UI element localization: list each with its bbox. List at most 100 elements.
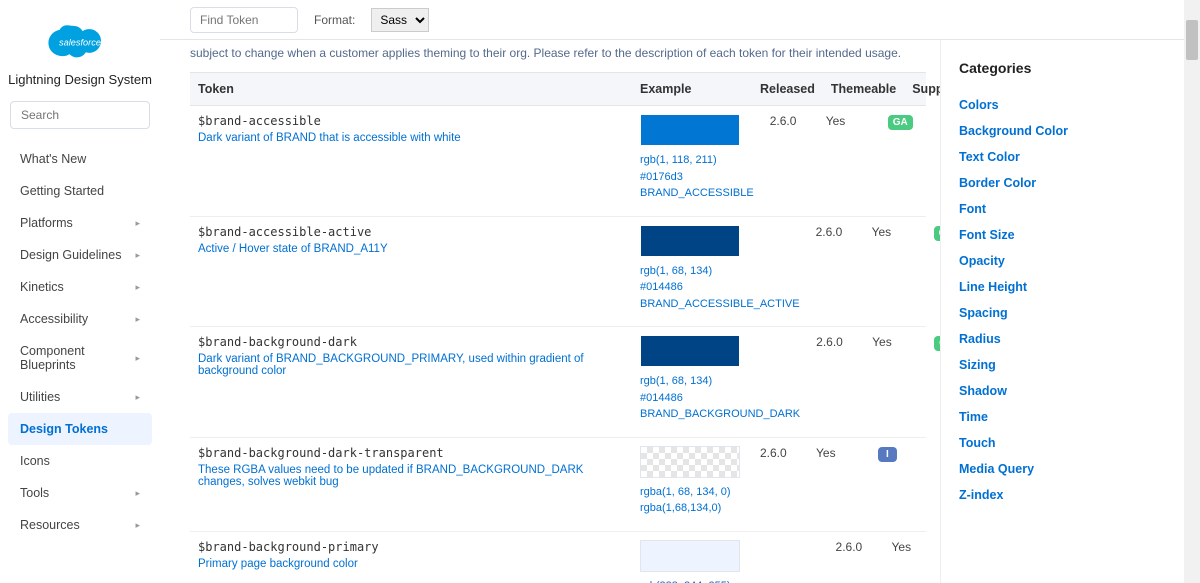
category-link-background-color[interactable]: Background Color <box>959 118 1180 144</box>
support-badge: GA <box>888 115 913 130</box>
themeable-cell: Yes <box>884 540 940 583</box>
sidebar-search[interactable] <box>10 101 150 129</box>
sidebar-item-what-s-new[interactable]: What's New <box>8 143 152 175</box>
sidebar-item-label: Icons <box>20 454 50 468</box>
chevron-right-icon: ▸ <box>135 392 140 403</box>
sidebar-item-utilities[interactable]: Utilities▸ <box>8 381 152 413</box>
main-column: Format: Sass subject to change when a cu… <box>160 0 1200 583</box>
token-meta-value: BRAND_ACCESSIBLE_ACTIVE <box>640 296 800 313</box>
token-table: Token Example Released Themeable Support… <box>190 72 926 583</box>
released-cell: 2.6.0 <box>808 225 864 313</box>
themeable-cell: Yes <box>864 225 926 313</box>
sidebar-item-resources[interactable]: Resources ▸ <box>8 509 152 541</box>
sidebar-search-input[interactable] <box>10 101 150 129</box>
support-cell: GA <box>926 335 940 423</box>
category-link-time[interactable]: Time <box>959 404 1180 430</box>
category-link-touch[interactable]: Touch <box>959 430 1180 456</box>
category-link-media-query[interactable]: Media Query <box>959 456 1180 482</box>
table-row: $brand-background-primaryPrimary page ba… <box>190 532 926 583</box>
chevron-right-icon: ▸ <box>135 353 140 364</box>
table-row: $brand-accessible-activeActive / Hover s… <box>190 217 926 328</box>
themeable-cell: Yes <box>818 114 880 202</box>
category-link-shadow[interactable]: Shadow <box>959 378 1180 404</box>
sidebar-item-label: Component Blueprints <box>20 344 135 372</box>
token-meta-value: rgb(1, 68, 134) <box>640 263 800 280</box>
sidebar-item-label: What's New <box>20 152 86 166</box>
sidebar-item-icons[interactable]: Icons <box>8 445 152 477</box>
sidebar-item-platforms[interactable]: Platforms ▸ <box>8 207 152 239</box>
col-released: Released <box>752 73 823 105</box>
brand-subtitle: Lightning Design System <box>8 72 152 87</box>
sidebar-item-label: Kinetics <box>20 280 64 294</box>
support-cell: I <box>870 446 920 517</box>
category-link-colors[interactable]: Colors <box>959 92 1180 118</box>
category-link-font[interactable]: Font <box>959 196 1180 222</box>
sidebar-item-label: Resources <box>20 518 80 532</box>
find-token-input[interactable] <box>190 7 298 33</box>
token-cell: $brand-accessibleDark variant of BRAND t… <box>190 114 632 202</box>
support-cell: GA <box>926 225 940 313</box>
category-link-spacing[interactable]: Spacing <box>959 300 1180 326</box>
released-cell: 2.6.0 <box>808 335 864 423</box>
left-sidebar: salesforce Lightning Design System What'… <box>0 0 160 583</box>
chevron-right-icon: ▸ <box>135 282 140 293</box>
token-description: These RGBA values need to be updated if … <box>198 464 624 488</box>
brand-logo[interactable]: salesforce <box>8 12 152 72</box>
format-label: Format: <box>314 13 355 27</box>
sidebar-item-component-blueprints[interactable]: Component Blueprints▸ <box>8 335 152 381</box>
color-swatch <box>640 225 740 257</box>
token-meta-value: rgb(1, 68, 134) <box>640 373 800 390</box>
sidebar-item-label: Platforms <box>20 216 73 230</box>
tokens-area: subject to change when a customer applie… <box>160 40 940 583</box>
top-bar: Format: Sass <box>160 0 1200 40</box>
color-swatch <box>640 335 740 367</box>
token-cell: $brand-accessible-activeActive / Hover s… <box>190 225 632 313</box>
token-cell: $brand-background-dark-transparentThese … <box>190 446 632 517</box>
token-meta-value: #014486 <box>640 279 800 296</box>
table-row: $brand-accessibleDark variant of BRAND t… <box>190 106 926 217</box>
category-link-radius[interactable]: Radius <box>959 326 1180 352</box>
category-link-sizing[interactable]: Sizing <box>959 352 1180 378</box>
token-name: $brand-accessible <box>198 114 624 132</box>
sidebar-item-getting-started[interactable]: Getting Started <box>8 175 152 207</box>
category-link-opacity[interactable]: Opacity <box>959 248 1180 274</box>
format-select[interactable]: Sass <box>371 8 429 32</box>
token-name: $brand-background-dark-transparent <box>198 446 624 464</box>
scrollbar-thumb[interactable] <box>1186 20 1198 60</box>
col-token: Token <box>190 73 632 105</box>
token-name: $brand-background-dark <box>198 335 624 353</box>
category-link-border-color[interactable]: Border Color <box>959 170 1180 196</box>
category-link-line-height[interactable]: Line Height <box>959 274 1180 300</box>
support-cell: GA <box>880 114 930 202</box>
token-description: Active / Hover state of BRAND_A11Y <box>198 243 624 255</box>
sidebar-item-label: Design Tokens <box>20 422 108 436</box>
chevron-right-icon: ▸ <box>135 520 140 531</box>
token-meta-value: #0176d3 <box>640 169 754 186</box>
token-description: Dark variant of BRAND that is accessible… <box>198 132 624 144</box>
category-link-font-size[interactable]: Font Size <box>959 222 1180 248</box>
color-swatch <box>640 446 740 478</box>
themeable-cell: Yes <box>864 335 926 423</box>
token-name: $brand-background-primary <box>198 540 624 558</box>
sidebar-item-design-tokens[interactable]: Design Tokens <box>8 413 152 445</box>
token-description: Primary page background color <box>198 558 624 570</box>
token-meta-value: rgba(1, 68, 134, 0) <box>640 484 744 501</box>
sidebar-item-kinetics[interactable]: Kinetics ▸ <box>8 271 152 303</box>
category-link-text-color[interactable]: Text Color <box>959 144 1180 170</box>
category-link-z-index[interactable]: Z-index <box>959 482 1180 508</box>
table-row: $brand-background-dark-transparentThese … <box>190 438 926 532</box>
vertical-scrollbar[interactable] <box>1184 0 1200 583</box>
svg-text:salesforce: salesforce <box>59 38 101 48</box>
table-row: $brand-background-darkDark variant of BR… <box>190 327 926 438</box>
released-cell: 2.6.0 <box>762 114 818 202</box>
sidebar-item-design-guidelines[interactable]: Design Guidelines▸ <box>8 239 152 271</box>
categories-panel: Categories ColorsBackground ColorText Co… <box>940 40 1200 583</box>
token-description: Dark variant of BRAND_BACKGROUND_PRIMARY… <box>198 353 624 377</box>
example-cell: rgb(1, 118, 211)#0176d3BRAND_ACCESSIBLE <box>632 114 762 202</box>
col-support: Support <box>904 73 940 105</box>
sidebar-item-accessibility[interactable]: Accessibility▸ <box>8 303 152 335</box>
sidebar-item-tools[interactable]: Tools▸ <box>8 477 152 509</box>
chevron-right-icon: ▸ <box>135 488 140 499</box>
chevron-right-icon: ▸ <box>135 218 140 229</box>
intro-text-fragment: subject to change when a customer applie… <box>190 40 926 72</box>
